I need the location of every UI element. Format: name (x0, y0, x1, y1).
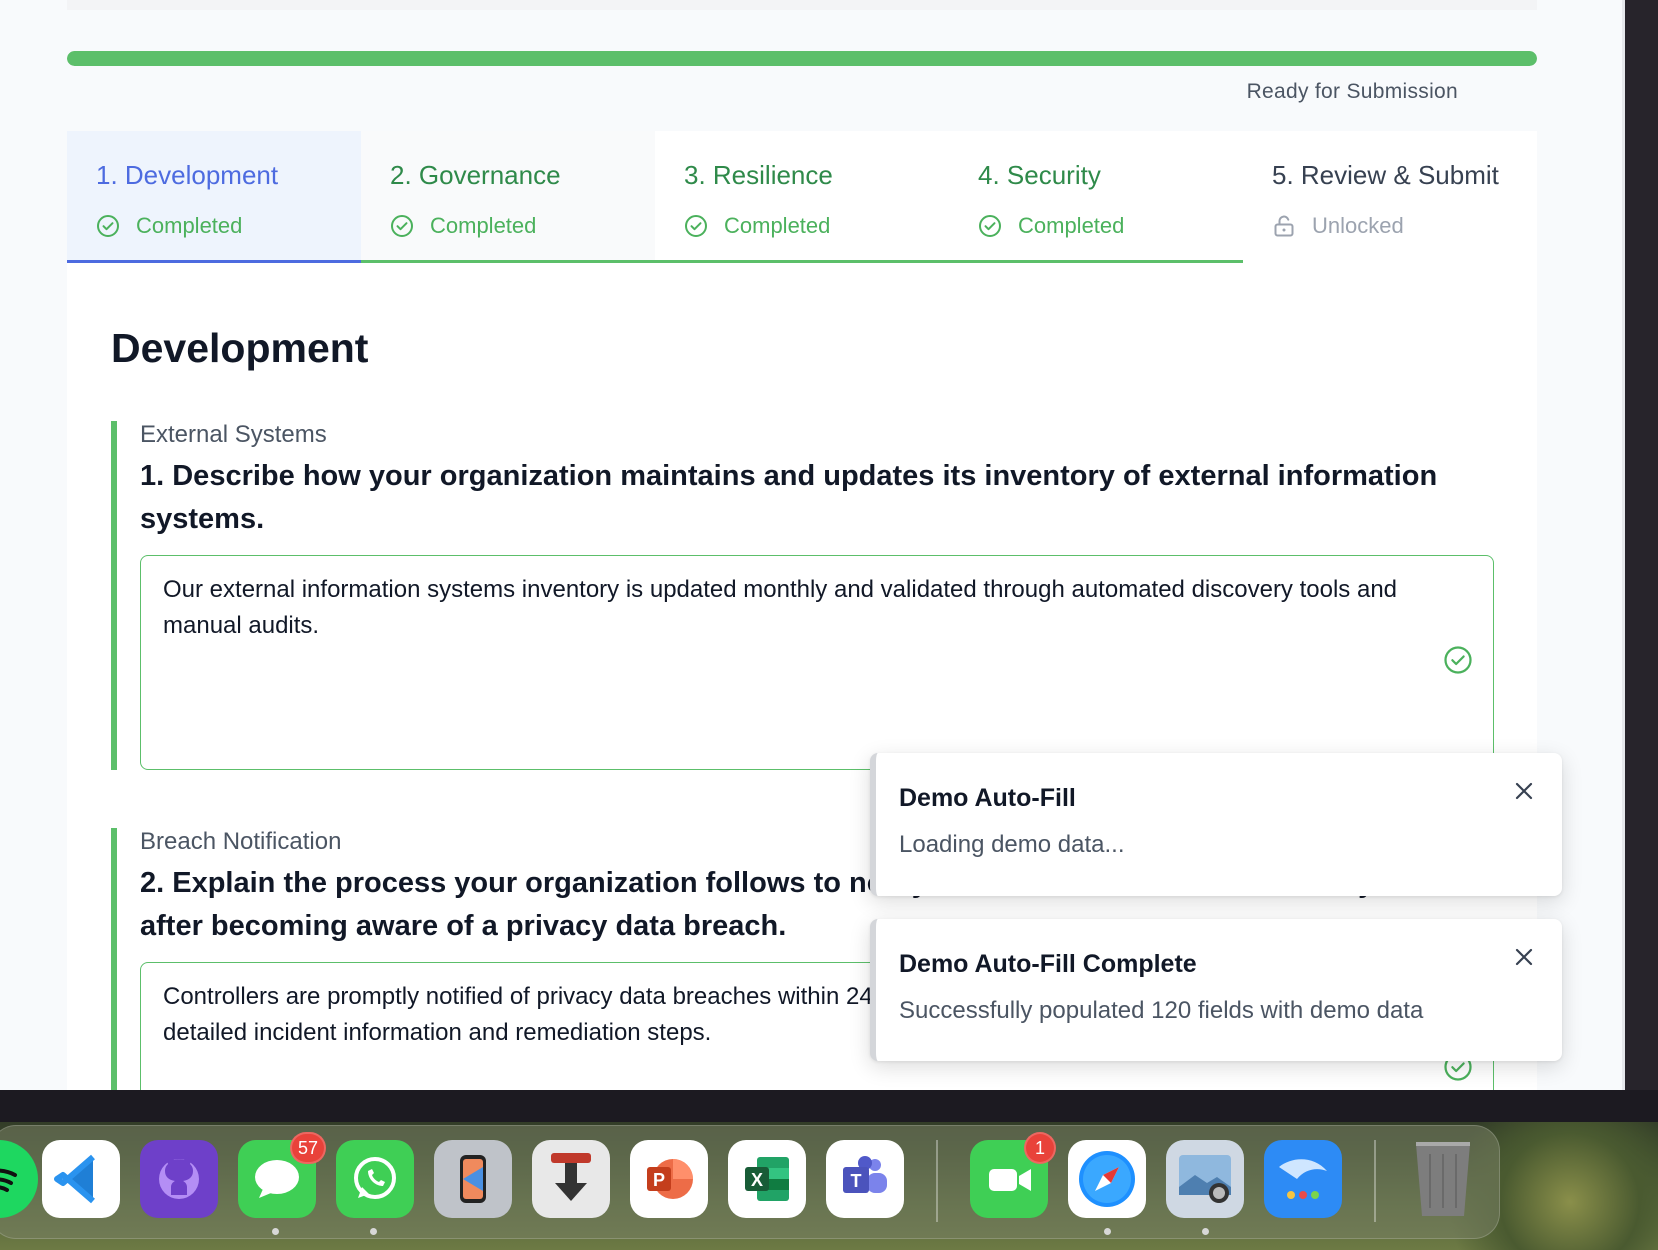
toast-title: Demo Auto-Fill Complete (899, 950, 1197, 978)
unlock-icon (1272, 214, 1296, 238)
teams-icon[interactable]: T (826, 1140, 904, 1218)
iphone-icon[interactable] (434, 1140, 512, 1218)
toast-message: Loading demo data... (899, 831, 1125, 858)
tab-title: 2. Governance (390, 160, 561, 190)
tab-status: Completed (978, 213, 1243, 239)
preview-icon[interactable] (1166, 1140, 1244, 1218)
section-title: Development (111, 325, 369, 371)
tab-status: Completed (96, 213, 361, 239)
vscode-icon[interactable] (42, 1140, 120, 1218)
excel-icon[interactable]: X (728, 1140, 806, 1218)
tab-development[interactable]: 1. Development Completed (67, 131, 361, 263)
dock-separator (936, 1140, 938, 1222)
window-bottom-frame (0, 1090, 1658, 1122)
question-block: External Systems 1. Describe how your or… (111, 421, 1495, 770)
check-circle-icon (390, 214, 414, 238)
tab-status-label: Completed (430, 213, 537, 238)
check-circle-icon (978, 214, 1002, 238)
running-indicator (1104, 1228, 1111, 1235)
tab-status-label: Completed (724, 213, 831, 238)
toast-title: Demo Auto-Fill (899, 784, 1076, 812)
tab-status-label: Unlocked (1312, 213, 1404, 238)
step-tabs: 1. Development Completed 2. Governance C… (67, 131, 1537, 263)
header-strip (67, 0, 1537, 10)
dock-separator (1374, 1140, 1376, 1222)
tab-status: Unlocked (1272, 213, 1537, 239)
tab-governance[interactable]: 2. Governance Completed (361, 131, 655, 263)
notification-badge: 1 (1024, 1132, 1056, 1164)
powerpoint-icon[interactable]: P (630, 1140, 708, 1218)
notification-badge: 57 (290, 1132, 327, 1164)
check-circle-icon (684, 214, 708, 238)
app-window: Ready for Submission 1. Development Comp… (0, 0, 1625, 1090)
tab-status-label: Completed (1018, 213, 1125, 238)
running-indicator (1202, 1228, 1209, 1235)
whatsapp-icon[interactable] (336, 1140, 414, 1218)
tab-title: 1. Development (96, 160, 279, 190)
tab-title: 5. Review & Submit (1272, 160, 1499, 190)
window-edge (1625, 0, 1658, 1122)
svg-text:P: P (653, 1170, 665, 1190)
check-circle-icon (96, 214, 120, 238)
tab-status-label: Completed (136, 213, 243, 238)
trash-icon[interactable] (1404, 1140, 1482, 1218)
tab-resilience[interactable]: 3. Resilience Completed (655, 131, 949, 263)
progress-status: Ready for Submission (1246, 80, 1458, 103)
tab-title: 4. Security (978, 160, 1101, 190)
toast-message: Successfully populated 120 fields with d… (899, 997, 1424, 1024)
check-circle-icon (1443, 645, 1473, 675)
tab-title: 3. Resilience (684, 160, 833, 190)
question-text: 1. Describe how your organization mainta… (140, 460, 1438, 535)
answer-text: Our external information systems invento… (163, 576, 1398, 639)
toast-notification: Demo Auto-Fill Loading demo data... (870, 753, 1562, 896)
question-category: External Systems (140, 421, 327, 448)
github-icon[interactable] (140, 1140, 218, 1218)
svg-text:T: T (851, 1171, 862, 1191)
tab-status: Completed (390, 213, 655, 239)
close-icon[interactable] (1512, 779, 1536, 803)
download-icon[interactable] (532, 1140, 610, 1218)
toast-notification: Demo Auto-Fill Complete Successfully pop… (870, 919, 1562, 1061)
tab-status: Completed (684, 213, 949, 239)
progress-bar (67, 51, 1537, 66)
tab-security[interactable]: 4. Security Completed (949, 131, 1243, 263)
safari-icon[interactable] (1068, 1140, 1146, 1218)
running-indicator (370, 1228, 377, 1235)
running-indicator (272, 1228, 279, 1235)
progress-bar-fill (67, 51, 1537, 66)
app-icon[interactable] (1264, 1140, 1342, 1218)
tab-review-submit[interactable]: 5. Review & Submit Unlocked (1243, 131, 1537, 263)
close-icon[interactable] (1512, 945, 1536, 969)
answer-textarea[interactable]: Our external information systems invento… (140, 555, 1494, 770)
svg-text:X: X (751, 1170, 763, 1190)
